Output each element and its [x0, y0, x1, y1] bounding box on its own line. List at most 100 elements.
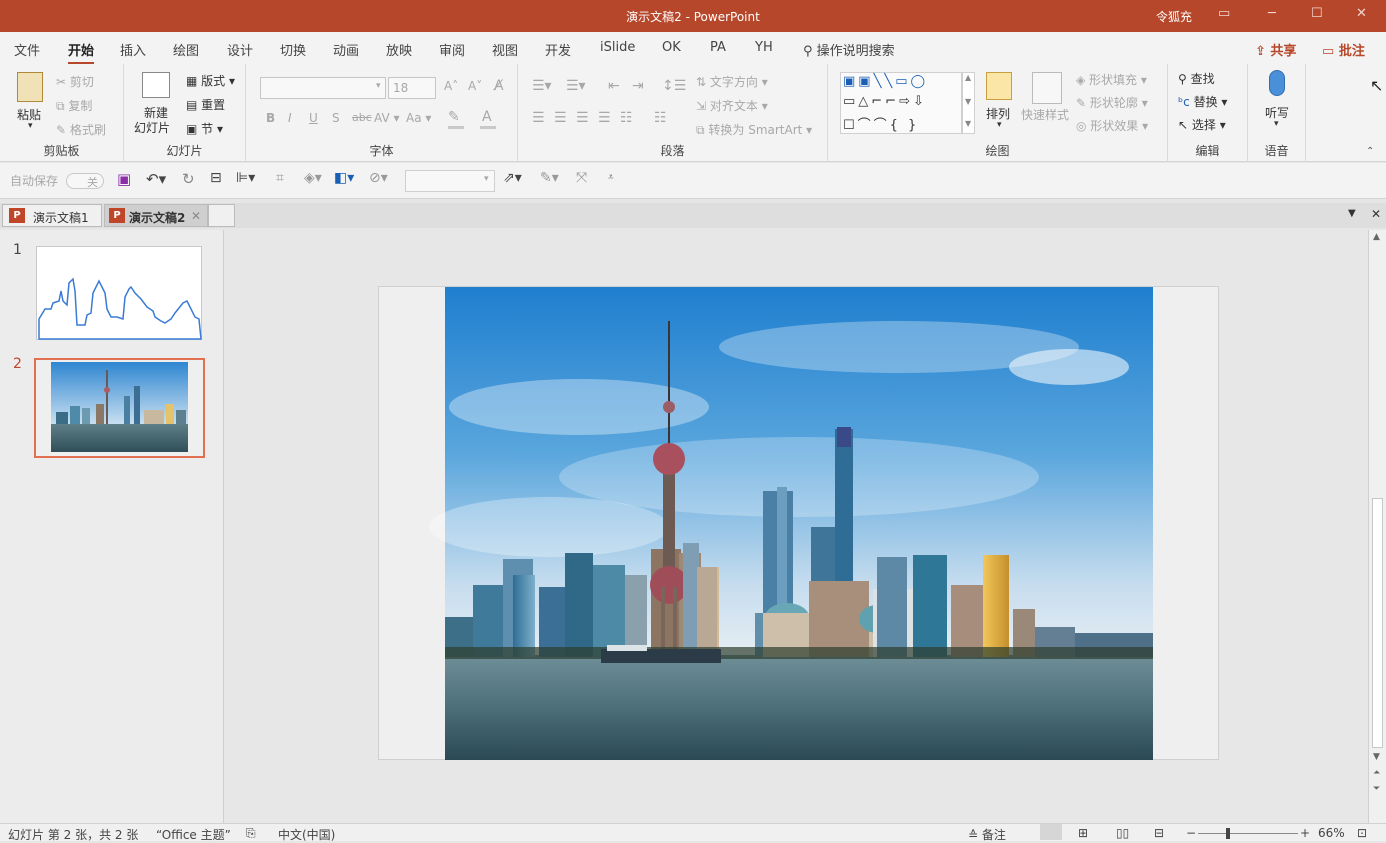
highlight-icon[interactable]: ✎	[448, 109, 460, 125]
tab-yh[interactable]: YH	[755, 40, 773, 55]
italic-button[interactable]: I	[288, 111, 292, 125]
maximize-icon[interactable]: ☐	[1311, 6, 1323, 21]
char-spacing-button[interactable]: AV ▾	[374, 111, 400, 125]
tab-view[interactable]: 视图	[492, 40, 518, 59]
shapes-gallery[interactable]: ▣▣╲╲▭◯ ▭△⌐⌐⇨⇩ ☐⌒⌒{ }	[840, 72, 962, 134]
redo-icon[interactable]: ↻	[182, 170, 195, 188]
previous-slide-icon[interactable]: ⏶	[1373, 768, 1380, 778]
zoom-in-icon[interactable]: +	[1300, 826, 1310, 840]
bullets-icon[interactable]: ☰▾	[532, 78, 552, 94]
font-color-icon[interactable]: A	[482, 109, 492, 125]
layout-button[interactable]: ▦ 版式 ▾	[186, 72, 235, 89]
eyedropper-icon[interactable]: ⤧	[576, 170, 587, 186]
customize-qat-icon[interactable]: ⩡	[608, 172, 614, 183]
reading-view-icon[interactable]: ▯▯	[1116, 826, 1129, 840]
zoom-out-icon[interactable]: −	[1186, 826, 1196, 840]
tab-ok[interactable]: OK	[662, 40, 681, 55]
qat-combo[interactable]: ▾	[405, 170, 495, 192]
arrange-icon[interactable]	[986, 72, 1012, 100]
vertical-scrollbar[interactable]: ▲ ▼ ⏶ ⏷	[1368, 230, 1386, 823]
close-tab-icon[interactable]: ✕	[191, 209, 201, 223]
doc-tab-1[interactable]: P 演示文稿1	[2, 204, 102, 227]
tab-review[interactable]: 审阅	[439, 40, 465, 59]
tab-animations[interactable]: 动画	[333, 40, 359, 59]
present-icon[interactable]: ⊟	[210, 170, 222, 186]
new-slide-icon[interactable]	[142, 72, 170, 98]
font-name-dropdown-icon[interactable]: ▾	[376, 81, 381, 91]
shapes-row-2[interactable]: ▭△⌐⌐⇨⇩	[843, 94, 927, 109]
share-button[interactable]: ⇪ 共享	[1255, 40, 1296, 59]
section-button[interactable]: ▣ 节 ▾	[186, 120, 223, 137]
gallery-up-icon[interactable]: ▲	[965, 73, 971, 82]
tell-me-search[interactable]: ⚲ 操作说明搜索	[803, 40, 895, 59]
quick-styles-icon[interactable]	[1032, 72, 1062, 104]
align-objects-icon[interactable]: ⊫▾	[236, 170, 255, 186]
doc-tab-2[interactable]: P 演示文稿2 ✕	[104, 204, 208, 227]
tab-list-dropdown-icon[interactable]: ▼	[1348, 208, 1356, 219]
shapes-row-1[interactable]: ▣▣╲╲▭◯	[843, 74, 928, 89]
shape-outline-button[interactable]: ✎ 形状轮廓 ▾	[1076, 94, 1148, 111]
tab-islide[interactable]: iSlide	[600, 40, 635, 55]
tab-draw[interactable]: 绘图	[173, 40, 199, 59]
tab-pa[interactable]: PA	[710, 40, 726, 55]
autosave-toggle[interactable]: 关	[66, 173, 104, 189]
text-box-icon[interactable]: ⇗▾	[503, 170, 522, 186]
effects-qat-icon[interactable]: ⊘▾	[369, 170, 388, 186]
shape-fill-button[interactable]: ◈ 形状填充 ▾	[1076, 71, 1147, 88]
minimize-icon[interactable]: ─	[1268, 6, 1276, 21]
scrollbar-thumb[interactable]	[1372, 498, 1383, 748]
undo-icon[interactable]: ↶▾	[146, 170, 166, 188]
save-icon[interactable]: ▣	[117, 170, 131, 188]
select-button[interactable]: ↖ 选择 ▾	[1178, 116, 1226, 133]
zoom-slider-track[interactable]	[1198, 833, 1298, 834]
distributed-icon[interactable]: ☷	[620, 110, 633, 126]
justify-icon[interactable]: ☰	[598, 110, 611, 126]
slide-thumbnail-2[interactable]	[34, 358, 205, 458]
quick-styles-button[interactable]: 快速样式	[1021, 106, 1069, 123]
spellcheck-icon[interactable]: ⎘	[246, 826, 256, 841]
current-slide[interactable]	[378, 286, 1219, 760]
shape-effects-button[interactable]: ◎ 形状效果 ▾	[1076, 117, 1148, 134]
qat-combo-dropdown-icon[interactable]: ▾	[484, 174, 489, 184]
next-slide-icon[interactable]: ⏷	[1373, 784, 1380, 794]
scroll-down-icon[interactable]: ▼	[1373, 752, 1380, 762]
shapes-gallery-scroll[interactable]: ▲ ▼ ▼	[962, 72, 975, 134]
decrease-font-icon[interactable]: A˅	[468, 79, 482, 93]
crop-icon[interactable]: ⌗	[276, 170, 284, 186]
tab-developer[interactable]: 开发	[545, 40, 571, 59]
clear-format-icon[interactable]: A̸	[494, 78, 504, 94]
gallery-down-icon[interactable]: ▼	[965, 97, 971, 106]
shanghai-skyline-photo[interactable]	[379, 287, 1220, 761]
collapse-ribbon-icon[interactable]: ⌃	[1366, 146, 1374, 157]
language-status[interactable]: 中文(中国)	[278, 826, 335, 843]
slide-sorter-icon[interactable]: ⊞	[1078, 826, 1088, 840]
line-spacing-icon[interactable]: ↕☰	[662, 78, 686, 94]
reset-button[interactable]: ▤ 重置	[186, 96, 225, 113]
new-slide-label-2[interactable]: 幻灯片	[134, 119, 170, 136]
notes-button[interactable]: ≙ 备注	[968, 826, 1006, 843]
normal-view-icon[interactable]	[1040, 824, 1062, 840]
align-right-icon[interactable]: ☰	[576, 110, 589, 126]
copy-button[interactable]: ⧉ 复制	[56, 97, 92, 114]
zoom-slider-thumb[interactable]	[1226, 828, 1230, 839]
align-left-icon[interactable]: ☰	[532, 110, 545, 126]
underline-button[interactable]: U	[309, 111, 318, 125]
close-icon[interactable]: ✕	[1356, 6, 1367, 21]
gallery-more-icon[interactable]: ▼	[965, 119, 971, 128]
replace-button[interactable]: ᵇc 替换 ▾	[1178, 93, 1227, 110]
text-direction-button[interactable]: ⇅ 文字方向 ▾	[696, 73, 768, 90]
tab-design[interactable]: 设计	[227, 40, 253, 59]
cut-button[interactable]: ✂ 剪切	[56, 73, 94, 90]
comments-button[interactable]: ▭ 批注	[1322, 40, 1365, 59]
columns-icon[interactable]: ☷	[654, 110, 667, 126]
tab-home[interactable]: 开始	[68, 40, 95, 64]
pen-icon[interactable]: ✎▾	[540, 170, 559, 186]
shape-fill-qat-icon[interactable]: ◧▾	[334, 170, 354, 186]
tab-insert[interactable]: 插入	[120, 40, 146, 59]
microphone-icon[interactable]	[1269, 70, 1285, 96]
find-button[interactable]: ⚲ 查找	[1178, 70, 1215, 87]
font-name-combo[interactable]	[260, 77, 386, 99]
fill-icon[interactable]: ◈▾	[304, 170, 322, 186]
arrange-dropdown-icon[interactable]: ▾	[997, 120, 1002, 130]
decrease-indent-icon[interactable]: ⇤	[608, 78, 620, 94]
